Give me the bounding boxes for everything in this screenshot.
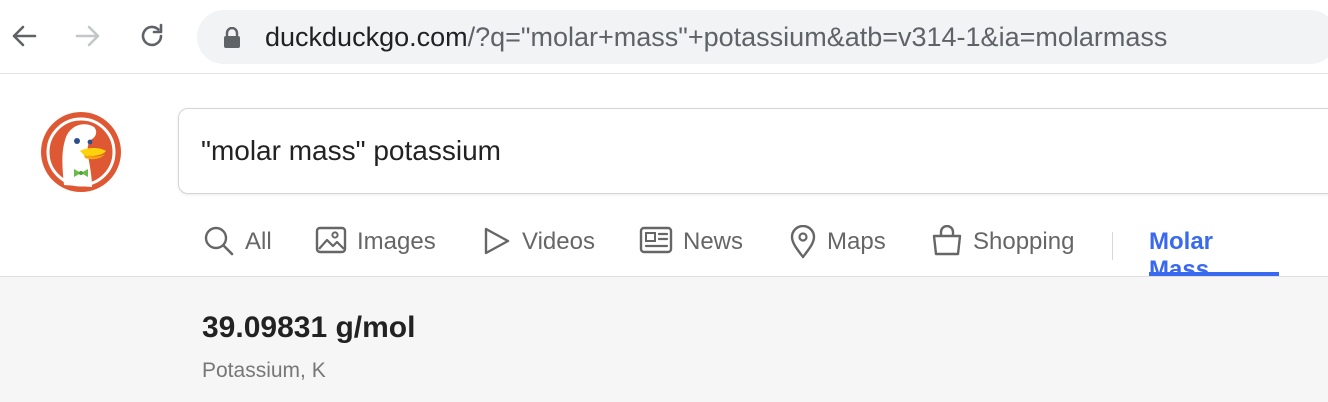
browser-toolbar: duckduckgo.com/?q="molar+mass"+potassium… [0, 0, 1328, 74]
arrow-left-icon [12, 25, 37, 47]
arrow-right-icon [75, 25, 100, 47]
address-bar[interactable]: duckduckgo.com/?q="molar+mass"+potassium… [197, 10, 1328, 64]
tab-label: Images [357, 228, 436, 255]
tab-news[interactable]: News [639, 218, 743, 276]
tab-label: News [683, 228, 744, 255]
back-button[interactable] [9, 20, 39, 52]
tab-label: All [245, 228, 272, 255]
tab-maps[interactable]: Maps [789, 218, 886, 276]
tab-separator [1112, 232, 1113, 260]
play-icon [484, 227, 510, 255]
reload-icon [141, 23, 163, 47]
search-box[interactable] [178, 108, 1328, 194]
tab-shopping[interactable]: Shopping [931, 218, 1074, 276]
lock-icon[interactable] [223, 27, 241, 49]
search-icon [204, 226, 234, 256]
tab-label: Shopping [973, 228, 1075, 255]
tab-videos[interactable]: Videos [482, 218, 595, 276]
duckduckgo-logo[interactable] [40, 111, 122, 193]
search-input[interactable] [201, 133, 1301, 169]
tab-molar-mass[interactable]: Molar Mass [1149, 218, 1279, 283]
url-path: /?q="molar+mass"+potassium&atb=v314-1&ia… [467, 22, 1168, 52]
map-pin-icon [790, 225, 816, 259]
tab-all[interactable]: All [203, 218, 272, 276]
search-tabs: All Images Videos News Maps Shopping Mol… [0, 218, 1328, 283]
tab-label: Videos [522, 228, 595, 255]
url-text[interactable]: duckduckgo.com/?q="molar+mass"+potassium… [265, 23, 1167, 51]
molar-mass-value: 39.09831 g/mol [202, 311, 416, 344]
tab-label: Maps [827, 228, 886, 255]
reload-button[interactable] [137, 20, 167, 52]
newspaper-icon [639, 226, 673, 254]
image-icon [315, 226, 347, 254]
molar-mass-answer: 39.09831 g/mol Potassium, K [0, 277, 1328, 402]
tab-images[interactable]: Images [315, 218, 436, 276]
url-domain: duckduckgo.com [265, 22, 468, 52]
element-name: Potassium, K [202, 359, 326, 382]
forward-button[interactable] [73, 20, 103, 52]
shopping-bag-icon [932, 225, 962, 256]
